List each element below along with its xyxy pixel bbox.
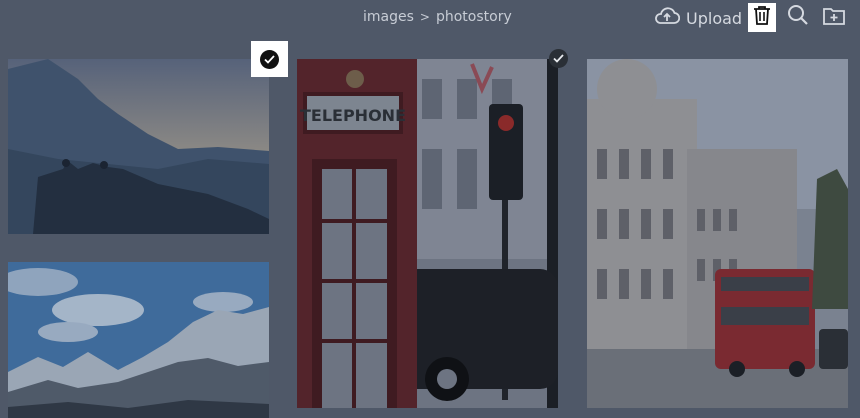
upload-button[interactable]: Upload <box>654 6 742 30</box>
breadcrumb: images > photostory <box>363 8 512 26</box>
check-icon <box>553 54 564 63</box>
gallery-item-london-street[interactable] <box>587 59 848 408</box>
gallery-item-telephone-booth[interactable]: TELEPHONE <box>297 59 558 408</box>
new-folder-button[interactable] <box>822 6 846 30</box>
upload-label: Upload <box>686 8 743 28</box>
telephone-sign-text: TELEPHONE <box>300 106 406 125</box>
breadcrumb-parent[interactable]: images <box>363 9 414 25</box>
trash-icon <box>753 5 771 30</box>
selection-checkbox-1[interactable] <box>251 41 288 77</box>
gallery-item-mountain-sunset[interactable] <box>8 59 269 234</box>
search-icon <box>787 4 809 31</box>
search-button[interactable] <box>786 4 810 31</box>
selection-checkbox-2[interactable] <box>549 49 568 68</box>
snowy-mountains-image <box>8 262 269 418</box>
cloud-upload-icon <box>654 6 681 30</box>
london-street-image <box>587 59 848 408</box>
top-bar: images > photostory Upload <box>0 0 860 40</box>
folder-plus-icon <box>823 6 845 31</box>
mountain-sunset-image <box>8 59 269 234</box>
gallery-item-snowy-mountains[interactable] <box>8 262 269 418</box>
breadcrumb-separator: > <box>419 10 430 24</box>
delete-button[interactable] <box>748 3 776 32</box>
breadcrumb-current: photostory <box>435 9 512 25</box>
telephone-booth-image: TELEPHONE <box>297 59 558 408</box>
check-icon <box>260 49 279 69</box>
